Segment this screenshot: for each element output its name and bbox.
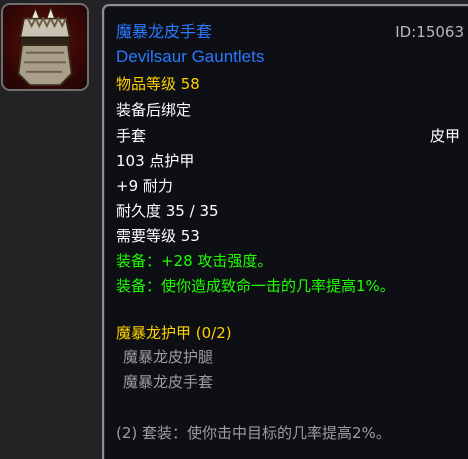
set-item: 魔暴龙皮护腿: [123, 348, 214, 366]
set-name: 魔暴龙护甲 (0/2): [116, 324, 232, 342]
page: 魔暴龙皮手套 ID:15063 Devilsaur Gauntlets 物品等级…: [0, 0, 468, 459]
item-name-en: Devilsaur Gauntlets: [116, 47, 265, 66]
set-bonus: (2) 套装：使你击中目标的几率提高2%。: [116, 424, 391, 442]
stamina-stat: +9 耐力: [116, 177, 173, 195]
binding-text: 装备后绑定: [116, 101, 192, 119]
item-name-cn: 魔暴龙皮手套: [116, 22, 213, 41]
armor-type-text: 皮甲: [430, 127, 461, 145]
slot-text: 手套: [116, 127, 147, 145]
item-level: 物品等级 58: [116, 75, 200, 93]
armor-value: 103 点护甲: [116, 152, 195, 170]
item-id: ID:15063: [395, 23, 464, 41]
set-item: 魔暴龙皮手套: [123, 373, 214, 391]
required-level: 需要等级 53: [116, 227, 200, 245]
equip-effect-crit: 装备：使你造成致命一击的几率提高1%。: [116, 277, 395, 295]
gauntlet-icon[interactable]: [1, 3, 89, 91]
equip-effect-attack-power: 装备：+28 攻击强度。: [116, 252, 273, 270]
gauntlet-graphic: [17, 6, 73, 87]
durability-text: 耐久度 35 / 35: [116, 202, 219, 220]
